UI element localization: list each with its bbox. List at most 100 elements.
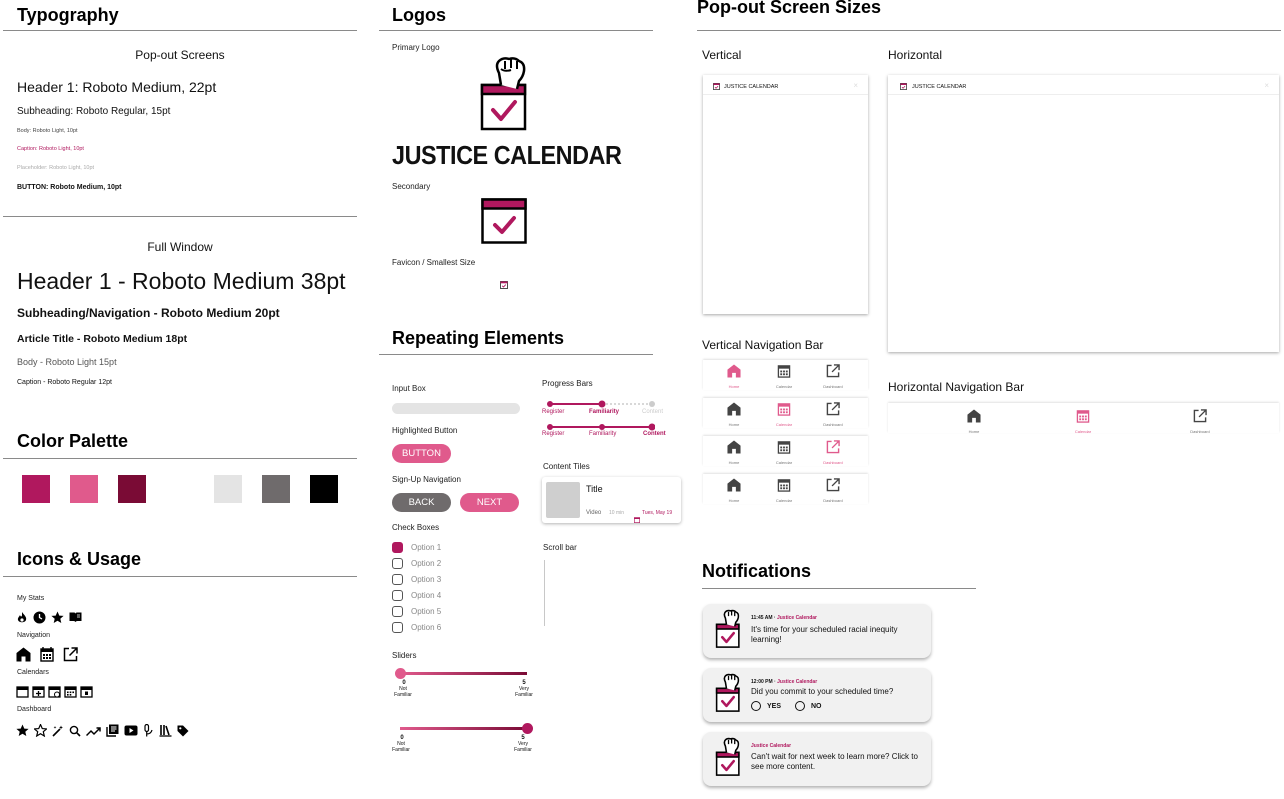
- checkbox-option-2[interactable]: [392, 558, 403, 569]
- nav-dashboard[interactable]: Dashboard: [819, 402, 847, 427]
- nav-calendar[interactable]: Calendar: [1069, 409, 1097, 434]
- nav-dashboard[interactable]: Dashboard: [1186, 409, 1214, 434]
- calendar-grid-icon: [777, 365, 791, 378]
- my-stats-label: My Stats: [17, 595, 45, 602]
- nav-calendar[interactable]: Calendar: [770, 478, 798, 503]
- nav-home[interactable]: Home: [720, 402, 748, 427]
- nav-home[interactable]: Home: [960, 409, 988, 434]
- radio-yes[interactable]: [751, 701, 761, 711]
- flame-icon: [17, 612, 27, 623]
- dashboard-label: Dashboard: [17, 706, 52, 713]
- horizontal-label: Horizontal: [888, 48, 943, 62]
- progress-step-label: Register: [542, 409, 565, 415]
- color-palette-title: Color Palette: [17, 431, 129, 451]
- slider-1[interactable]: [394, 668, 527, 679]
- window-title: JUSTICE CALENDAR: [912, 84, 967, 90]
- content-tile[interactable]: Title Video 10 min Tues, May 19: [542, 477, 681, 523]
- open-external-icon: [826, 478, 840, 492]
- checkbox-option-3[interactable]: [392, 574, 403, 585]
- input-box[interactable]: [392, 403, 520, 414]
- vertical-nav-bar: Home Calendar Dashboard: [703, 436, 868, 466]
- next-button[interactable]: NEXT: [460, 493, 519, 512]
- nav-dashboard[interactable]: Dashboard: [819, 440, 847, 465]
- star-outline-icon: [34, 724, 47, 737]
- nav-dashboard[interactable]: Dashboard: [819, 478, 847, 503]
- tile-thumbnail: [546, 482, 580, 518]
- tile-date: Tues, May 19: [642, 510, 673, 516]
- vertical-nav-bar: Home Calendar Dashboard: [703, 398, 868, 428]
- primary-logo-icon: [480, 57, 527, 131]
- notification-source: Justice Calendar: [777, 679, 818, 685]
- full-body-sample: Body - Roboto Light 15pt: [17, 357, 117, 367]
- full-h1-sample: Header 1 - Roboto Medium 38pt: [17, 268, 346, 294]
- nav-calendar[interactable]: Calendar: [770, 402, 798, 427]
- search-icon: [69, 725, 81, 737]
- calendar-blank-icon: [16, 686, 29, 698]
- divider: [3, 458, 357, 459]
- home-icon: [967, 409, 981, 423]
- horizontal-nav-label: Horizontal Navigation Bar: [888, 380, 1025, 394]
- slider-2[interactable]: [400, 723, 533, 734]
- calendar-clock-icon: [48, 686, 61, 698]
- back-button[interactable]: BACK: [392, 493, 451, 512]
- nav-calendar[interactable]: Calendar: [770, 364, 798, 389]
- close-icon[interactable]: ×: [1264, 81, 1269, 90]
- navigation-icons: [16, 647, 78, 662]
- nav-home[interactable]: Home: [720, 364, 748, 389]
- checkbox-option-1[interactable]: [392, 542, 403, 553]
- notification-card[interactable]: 12:00 PM · Justice Calendar Did you comm…: [703, 668, 931, 722]
- checkbox-option-6[interactable]: [392, 622, 403, 633]
- scroll-bar-label: Scroll bar: [543, 543, 577, 552]
- logo-wordmark: JUSTICE CALENDAR: [392, 140, 622, 170]
- checkbox-option-4[interactable]: [392, 590, 403, 601]
- window-titlebar: JUSTICE CALENDAR ×: [888, 75, 1279, 95]
- tile-title: Title: [586, 484, 603, 494]
- radio-no[interactable]: [795, 701, 805, 711]
- close-icon[interactable]: ×: [853, 81, 858, 90]
- checkbox-option-5[interactable]: [392, 606, 403, 617]
- divider: [3, 576, 357, 577]
- home-icon: [727, 440, 741, 454]
- notification-card[interactable]: Justice Calendar Can't wait for next wee…: [703, 732, 931, 786]
- nav-dashboard[interactable]: Dashboard: [819, 364, 847, 389]
- check-boxes-label: Check Boxes: [392, 523, 440, 532]
- vertical-nav-bar: Home Calendar Dashboard: [703, 360, 868, 390]
- highlighted-button[interactable]: BUTTON: [392, 444, 451, 463]
- open-external-icon: [826, 364, 840, 378]
- checkbox-label: Option 2: [411, 559, 442, 568]
- calendar-grid-icon: [777, 479, 791, 492]
- divider: [697, 30, 1281, 31]
- divider: [379, 354, 653, 355]
- favicon-icon: [500, 281, 508, 289]
- nav-home[interactable]: Home: [720, 440, 748, 465]
- scroll-bar[interactable]: [544, 560, 545, 626]
- popout-h1-sample: Header 1: Roboto Medium, 22pt: [17, 79, 217, 95]
- slider-min-label: Not Familiar: [392, 741, 410, 753]
- popout-caption-sample: Caption: Roboto Light, 10pt: [17, 146, 84, 152]
- nav-calendar[interactable]: Calendar: [770, 440, 798, 465]
- progress-step-label: Register: [542, 431, 565, 437]
- content-tiles-label: Content Tiles: [543, 462, 590, 471]
- progress-step-label: Content: [642, 409, 664, 415]
- swatch-primary-light: [70, 475, 98, 503]
- window-title: JUSTICE CALENDAR: [724, 84, 779, 90]
- secondary-logo-label: Secondary: [392, 182, 431, 191]
- icons-usage-title: Icons & Usage: [17, 549, 142, 569]
- nav-label: Calendar: [775, 460, 793, 465]
- slider-thumb[interactable]: [521, 723, 533, 734]
- vertical-popout-window: JUSTICE CALENDAR ×: [703, 75, 868, 314]
- swatch-primary-dark: [118, 475, 146, 503]
- star-filled-icon: [16, 724, 29, 736]
- nav-home[interactable]: Home: [720, 478, 748, 503]
- popout-heading: Pop-out Screens: [135, 48, 225, 62]
- calendar-add-icon: [32, 686, 45, 698]
- popout-button-sample: BUTTON: Roboto Medium, 10pt: [17, 184, 122, 191]
- highlighted-button-label: Highlighted Button: [392, 426, 458, 435]
- favicon-label: Favicon / Smallest Size: [392, 258, 476, 267]
- notification-card[interactable]: 11:45 AM · Justice Calendar It's time fo…: [703, 604, 931, 658]
- sliders-label: Sliders: [392, 651, 417, 660]
- slider-thumb[interactable]: [394, 668, 406, 679]
- tile-duration: 10 min: [609, 510, 625, 516]
- app-logo-icon: [713, 736, 743, 783]
- popout-sizes-title: Pop-out Screen Sizes: [697, 0, 882, 17]
